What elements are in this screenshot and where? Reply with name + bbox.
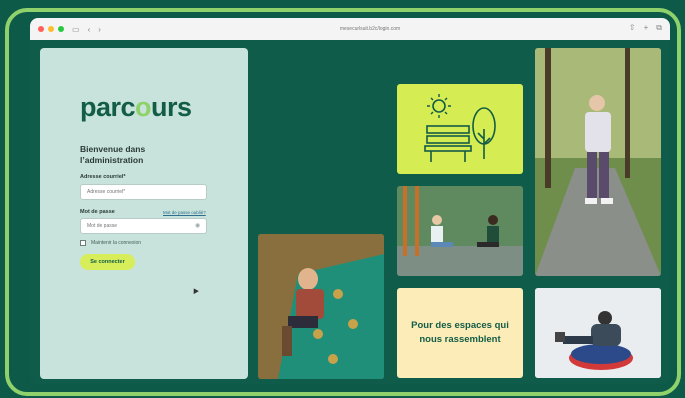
maximize-window-button[interactable] (58, 26, 64, 32)
slogan-text: Pour des espaces qui nous rassemblent (411, 320, 509, 345)
logo-text-end: urs (151, 92, 192, 122)
welcome-heading: Bienvenue dans l’administration (80, 144, 146, 165)
logo-text-accent: o (135, 92, 152, 122)
remember-checkbox[interactable] (80, 240, 86, 246)
parcours-logo: parcours (80, 92, 192, 123)
password-input[interactable] (80, 218, 207, 234)
password-label: Mot de passe (80, 209, 115, 215)
browser-window: ▭ ‹ › mesecurlsuit.b2c/login.com ⇧ + ⧉ p… (30, 18, 670, 384)
slogan-tile: Pour des espaces qui nous rassemblent (397, 288, 523, 378)
login-panel: parcours Bienvenue dans l’administration… (40, 48, 248, 379)
climbing-wall-photo (258, 234, 384, 379)
snow-tube-photo (535, 288, 661, 378)
remember-label: Maintenir la connexion (91, 240, 142, 246)
forgot-password-link[interactable]: Mot de passe oublié? (163, 210, 206, 215)
email-input[interactable] (80, 184, 207, 200)
runner-photo (535, 48, 661, 276)
email-label: Adresse courriel* (80, 174, 126, 180)
sidebar-icon[interactable]: ▭ (72, 25, 80, 34)
show-password-icon[interactable]: ◉ (195, 222, 200, 229)
close-window-button[interactable] (38, 26, 44, 32)
minimize-window-button[interactable] (48, 26, 54, 32)
address-bar[interactable]: mesecurlsuit.b2c/login.com (270, 23, 470, 35)
back-icon[interactable]: ‹ (88, 25, 91, 34)
kids-swing-photo (397, 186, 523, 276)
forward-icon[interactable]: › (98, 25, 101, 34)
tabs-overview-icon[interactable]: ⧉ (656, 23, 662, 33)
browser-titlebar: ▭ ‹ › mesecurlsuit.b2c/login.com ⇧ + ⧉ (30, 18, 670, 40)
logo-text-start: parc (80, 92, 136, 122)
login-button[interactable]: Se connecter (80, 254, 135, 270)
share-icon[interactable]: ⇧ (629, 23, 636, 33)
mouse-cursor-icon (191, 286, 199, 295)
park-bench-illustration (397, 84, 523, 174)
new-tab-icon[interactable]: + (644, 23, 649, 33)
